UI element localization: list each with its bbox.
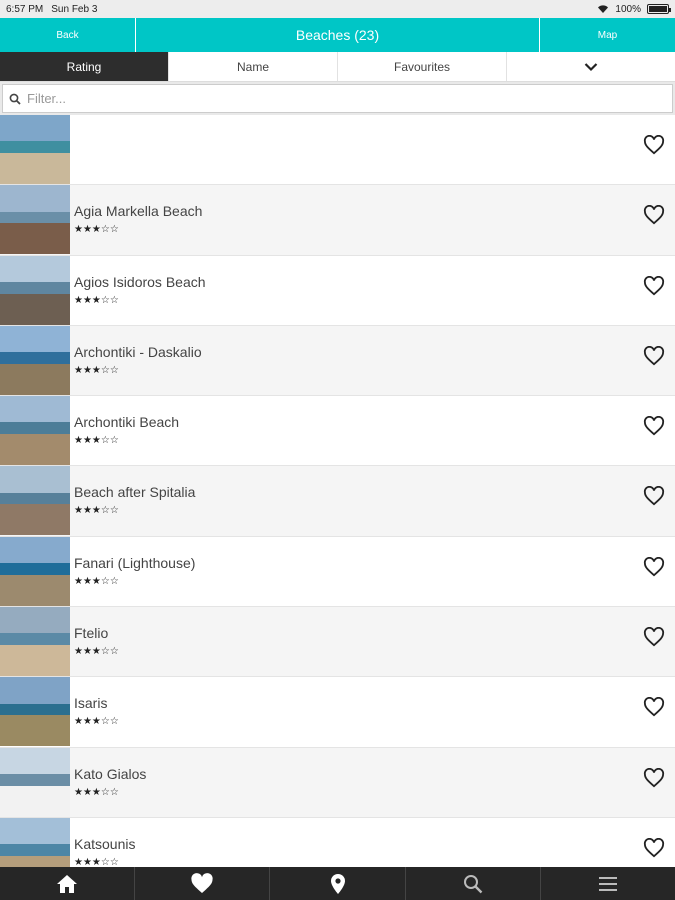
menu-icon (598, 876, 617, 891)
tab-search-nav[interactable] (406, 867, 541, 900)
heart-outline-icon[interactable] (643, 205, 665, 225)
beach-name: Isaris (74, 695, 108, 712)
heart-outline-icon[interactable] (643, 486, 665, 506)
rating-stars: ★★★☆☆ (74, 435, 119, 447)
list-item[interactable]: Archontiki Beach ★★★☆☆ (0, 396, 675, 467)
sort-tabs: Rating Name Favourites (0, 52, 675, 82)
heart-outline-icon[interactable] (643, 627, 665, 647)
rating-stars: ★★★☆☆ (74, 786, 119, 798)
map-pin-icon (330, 873, 345, 894)
beach-name: Agia Markella Beach (74, 203, 203, 220)
beach-name: Agios Isidoros Beach (74, 273, 206, 290)
tab-map-nav[interactable] (270, 867, 406, 900)
beach-thumbnail (0, 817, 70, 867)
rating-stars: ★★★☆☆ (74, 224, 119, 236)
heart-icon (191, 873, 213, 894)
search-icon (463, 874, 483, 893)
sort-dropdown-button[interactable] (507, 52, 675, 81)
beach-thumbnail (0, 396, 70, 466)
list-item[interactable]: Katsounis ★★★☆☆ (0, 817, 675, 867)
search-icon (9, 93, 21, 105)
beach-thumbnail (0, 607, 70, 677)
list-item[interactable]: Archontiki - Daskalio ★★★☆☆ (0, 325, 675, 397)
rating-stars: ★★★☆☆ (74, 575, 119, 587)
beach-name: Katsounis (74, 835, 136, 852)
list-item[interactable]: Ftelio ★★★☆☆ (0, 607, 675, 678)
tab-favourites-nav[interactable] (135, 867, 271, 900)
battery-icon (647, 4, 671, 14)
list-item[interactable]: Agios Isidoros Beach ★★★☆☆ (0, 255, 675, 326)
wifi-icon (598, 5, 609, 13)
list-item[interactable] (0, 115, 675, 186)
list-item[interactable]: Fanari (Lighthouse) ★★★☆☆ (0, 536, 675, 608)
heart-outline-icon[interactable] (643, 275, 665, 296)
beach-thumbnail (0, 466, 70, 536)
beach-thumbnail (0, 747, 70, 817)
beach-name: Archontiki - Daskalio (74, 343, 202, 360)
filter-bar (0, 82, 675, 115)
beach-name: Ftelio (74, 625, 109, 642)
rating-stars: ★★★☆☆ (74, 646, 119, 658)
tab-favourites[interactable]: Favourites (338, 52, 507, 81)
battery-percent: 100% (615, 3, 641, 15)
beach-name: Kato Gialos (74, 765, 147, 782)
status-date: Sun Feb 3 (51, 3, 98, 15)
bottom-tab-bar (0, 867, 675, 900)
list-item[interactable]: Isaris ★★★☆☆ (0, 677, 675, 748)
list-item[interactable]: Kato Gialos ★★★☆☆ (0, 747, 675, 818)
beach-thumbnail (0, 536, 70, 606)
map-button[interactable]: Map (539, 18, 675, 52)
status-bar: 6:57 PM Sun Feb 3 100% (0, 0, 675, 18)
status-time: 6:57 PM (6, 3, 44, 15)
home-icon (57, 874, 78, 893)
beach-name: Beach after Spitalia (74, 484, 196, 501)
beach-thumbnail (0, 677, 70, 747)
beach-thumbnail (0, 325, 70, 395)
rating-stars: ★★★☆☆ (74, 716, 119, 728)
filter-field[interactable] (2, 84, 673, 113)
beach-name: Archontiki Beach (74, 414, 180, 431)
beach-list: Agia Markella Beach ★★★☆☆ Agios Isidoros… (0, 115, 675, 867)
heart-outline-icon[interactable] (643, 697, 665, 717)
heart-outline-icon[interactable] (643, 837, 665, 858)
heart-outline-icon[interactable] (643, 416, 665, 436)
beach-thumbnail (0, 115, 70, 184)
tab-home[interactable] (0, 867, 136, 900)
rating-stars: ★★★☆☆ (74, 856, 119, 867)
rating-stars: ★★★☆☆ (74, 364, 119, 376)
tab-menu-nav[interactable] (541, 867, 675, 900)
rating-stars: ★★★☆☆ (74, 505, 119, 517)
nav-bar: Back Beaches (23) Map (0, 18, 675, 52)
heart-outline-icon[interactable] (643, 556, 665, 577)
tab-rating[interactable]: Rating (0, 52, 169, 81)
beach-name: Fanari (Lighthouse) (74, 554, 196, 571)
heart-outline-icon[interactable] (643, 135, 665, 155)
chevron-down-icon (584, 62, 598, 71)
list-item[interactable]: Beach after Spitalia ★★★☆☆ (0, 466, 675, 537)
page-title: Beaches (23) (295, 27, 380, 43)
tab-name[interactable]: Name (169, 52, 338, 81)
list-item[interactable]: Agia Markella Beach ★★★☆☆ (0, 185, 675, 256)
heart-outline-icon[interactable] (643, 345, 665, 366)
heart-outline-icon[interactable] (643, 767, 665, 788)
beach-thumbnail (0, 185, 70, 255)
beach-thumbnail (0, 255, 70, 325)
filter-input[interactable] (27, 91, 666, 106)
rating-stars: ★★★☆☆ (74, 294, 119, 306)
back-button[interactable]: Back (0, 18, 136, 52)
